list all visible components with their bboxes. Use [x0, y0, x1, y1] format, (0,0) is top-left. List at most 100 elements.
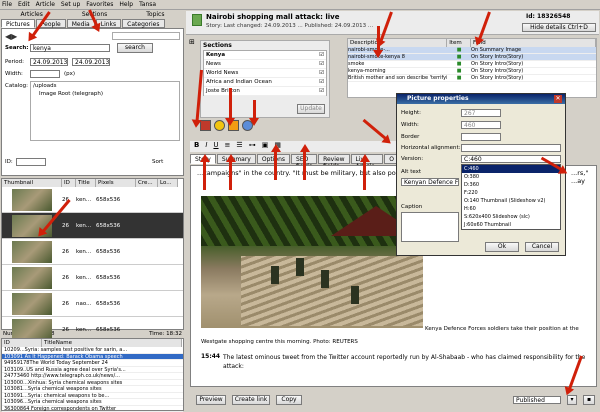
border-input[interactable]	[461, 133, 501, 141]
link-icon[interactable]: ⊶	[249, 141, 256, 152]
thumb-row[interactable]: 26ken...658x536	[2, 239, 183, 265]
version-option[interactable]: D:360	[462, 181, 560, 189]
menu-file[interactable]: File	[2, 1, 12, 8]
red-icon[interactable]	[200, 120, 211, 131]
version-option[interactable]: J:60x60 Thumbnail	[462, 221, 560, 229]
col-title[interactable]: Title	[76, 179, 96, 187]
col-thumbnail[interactable]: Thumbnail	[2, 179, 62, 187]
body-text: The latest ominous tweet from the Twitte…	[223, 353, 593, 371]
search-input[interactable]: kenya	[30, 44, 110, 52]
version-option[interactable]: H:60	[462, 205, 560, 213]
col-description[interactable]: Description	[348, 39, 447, 47]
list-item[interactable]: 36300864 Foreign correspondents on Twitt…	[2, 406, 183, 412]
version-option[interactable]: O:140 Thumbnail (Slideshow v2)	[462, 197, 560, 205]
tab-review-fields[interactable]: Review fields	[318, 154, 349, 164]
thumb-row[interactable]: 26nao...658x536	[2, 291, 183, 317]
annotation-arrow	[303, 150, 306, 180]
thumb-row[interactable]: 26ken...658x536	[2, 213, 183, 239]
period-label: Period:	[5, 59, 24, 65]
tab-summary[interactable]: Summary	[217, 154, 256, 164]
checkbox-icon[interactable]: ☑	[319, 78, 324, 86]
section-item[interactable]: Joste Britton☑	[204, 87, 326, 96]
col-item[interactable]: Item	[447, 39, 471, 47]
close-icon[interactable]: ✕	[554, 95, 562, 103]
section-item[interactable]: News☑	[204, 60, 326, 69]
col-lo[interactable]: Lo...	[158, 179, 178, 187]
caption-label: Caption	[401, 204, 422, 210]
version-option[interactable]: S:620x400 Slideshow (slc)	[462, 213, 560, 221]
grid-row[interactable]: smoke■On Story Intro(Story)	[348, 61, 596, 68]
caption-textarea[interactable]	[401, 212, 459, 242]
pin-icon[interactable]: ⊞	[189, 38, 197, 46]
left-panel: Articles Sections Topics Pictures People…	[1, 11, 184, 407]
halign-select[interactable]	[461, 144, 561, 152]
image-icon[interactable]: ▣	[262, 141, 269, 152]
preview-button[interactable]: Preview	[196, 395, 226, 405]
col-created[interactable]: Cre...	[136, 179, 158, 187]
search-button[interactable]: search	[117, 43, 153, 53]
cancel-button[interactable]: Cancel	[525, 242, 559, 252]
tab-pictures[interactable]: Pictures	[1, 19, 35, 28]
col-pixels[interactable]: Pixels	[96, 179, 136, 187]
width-input-dialog[interactable]: 460	[461, 121, 501, 129]
story-list: ID TitleName 10209...Syria: samples test…	[1, 338, 184, 411]
checkbox-icon[interactable]: ☑	[319, 51, 324, 59]
back-arrow-icon[interactable]: ◀▶	[5, 32, 17, 41]
col-field[interactable]: Field	[471, 39, 596, 47]
history-dropdown[interactable]	[112, 32, 180, 40]
checkbox-icon[interactable]: ☑	[319, 87, 324, 95]
create-link-button[interactable]: Create link	[232, 395, 270, 405]
col-list-id[interactable]: ID	[2, 339, 42, 347]
section-item[interactable]: Africa and Indian Ocean☑	[204, 78, 326, 87]
thumb-row[interactable]: 26ken...658x536	[2, 187, 183, 213]
annotation-arrow	[377, 26, 380, 52]
save-icon[interactable]: ▪	[583, 395, 595, 405]
checkbox-icon[interactable]: ☑	[319, 60, 324, 68]
checkbox-icon[interactable]: ☑	[319, 69, 324, 77]
italic-icon[interactable]: I	[205, 141, 207, 152]
story-photo[interactable]	[201, 196, 423, 328]
grid-row[interactable]: kenya-morning■On Story Intro(Story)	[348, 68, 596, 75]
menu-edit[interactable]: Edit	[18, 1, 30, 8]
tab-categories[interactable]: Categories	[122, 19, 164, 28]
thumb-pixels: 658x536	[96, 197, 136, 203]
col-id[interactable]: ID	[62, 179, 76, 187]
version-option[interactable]: F:220	[462, 189, 560, 197]
catalog-root[interactable]: /uploads	[31, 82, 179, 90]
version-option[interactable]: C:460	[462, 165, 560, 173]
underline-icon[interactable]: U	[213, 141, 218, 152]
update-button[interactable]: Update	[297, 104, 325, 114]
grid-row[interactable]: nairobi-smoke-kenya 8■On Story Intro(Sto…	[348, 54, 596, 61]
thumb-row[interactable]: 26ken...658x536	[2, 265, 183, 291]
bold-icon[interactable]: B	[194, 141, 199, 152]
period-to-input[interactable]: 24.09.2013	[72, 58, 110, 66]
alt-input[interactable]: Kenyan Defence Forc...	[401, 178, 459, 186]
width-input[interactable]	[30, 70, 60, 78]
annotation-arrow	[203, 160, 206, 190]
id-input[interactable]	[16, 158, 46, 166]
height-input[interactable]: 267	[461, 109, 501, 117]
menu-help[interactable]: Help	[119, 1, 133, 8]
version-option[interactable]: O:380	[462, 173, 560, 181]
section-item[interactable]: World News☑	[204, 69, 326, 78]
yellow-icon[interactable]	[214, 120, 225, 131]
menu-setup[interactable]: Set up	[61, 1, 80, 8]
ok-button[interactable]: Ok	[485, 242, 519, 252]
tab-articles[interactable]: Articles	[20, 11, 42, 19]
grid-row[interactable]: British mother and son describe 'terrify…	[348, 75, 596, 82]
grid-row[interactable]: nairobi-smoke-...■On Summary Image	[348, 47, 596, 54]
menu-tansa[interactable]: Tansa	[139, 1, 156, 8]
section-item[interactable]: Kenya☑	[204, 51, 326, 60]
hide-details-button[interactable]: Hide details Ctrl+D	[522, 23, 596, 32]
menu-article[interactable]: Article	[36, 1, 55, 8]
tab-topics[interactable]: Topics	[146, 11, 164, 19]
align-icon[interactable]: ≡	[225, 141, 231, 152]
period-from-input[interactable]: 24.09.2013	[30, 58, 68, 66]
col-list-title[interactable]: TitleName	[42, 339, 182, 347]
sort-label[interactable]: Sort	[152, 159, 163, 165]
catalog-child[interactable]: Image Root (telegraph)	[31, 90, 179, 98]
copy-button[interactable]: Copy	[276, 395, 302, 405]
list-icon[interactable]: ☰	[236, 141, 242, 152]
menu-favorites[interactable]: Favorites	[86, 1, 113, 8]
status-select[interactable]: Published	[513, 396, 561, 404]
